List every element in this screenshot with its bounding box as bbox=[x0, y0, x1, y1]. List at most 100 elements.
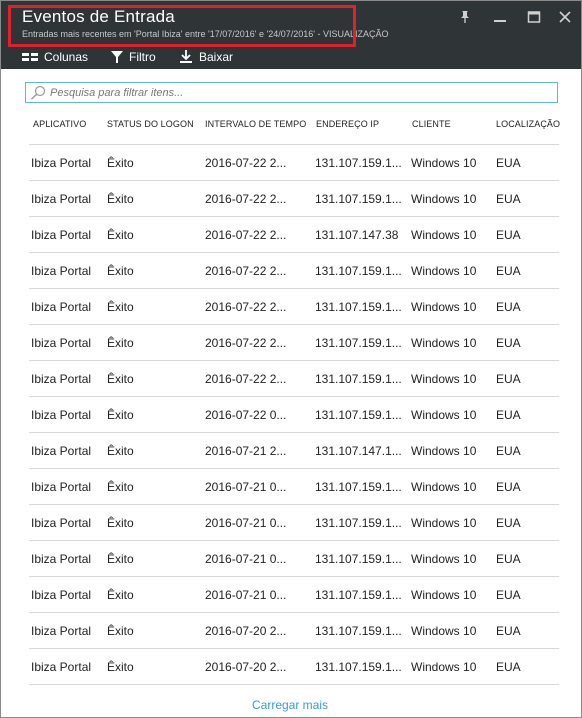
table-row[interactable]: Ibiza Portal Êxito 2016-07-21 0... 131.1… bbox=[29, 468, 559, 504]
cell-status: Êxito bbox=[107, 408, 134, 422]
cell-time: 2016-07-20 2... bbox=[205, 624, 287, 638]
cell-client: Windows 10 bbox=[411, 192, 477, 206]
cell-client: Windows 10 bbox=[411, 552, 477, 566]
cell-client: Windows 10 bbox=[411, 660, 477, 674]
cell-time: 2016-07-22 2... bbox=[205, 156, 287, 170]
minimize-button[interactable] bbox=[489, 7, 511, 27]
cell-client: Windows 10 bbox=[411, 336, 477, 350]
cell-location: EUA bbox=[496, 336, 521, 350]
cell-ip: 131.107.159.1... bbox=[315, 300, 402, 314]
cell-time: 2016-07-21 0... bbox=[205, 552, 287, 566]
cell-time: 2016-07-22 2... bbox=[205, 300, 287, 314]
cell-location: EUA bbox=[496, 228, 521, 242]
cell-status: Êxito bbox=[107, 300, 134, 314]
cell-app: Ibiza Portal bbox=[31, 480, 92, 494]
column-header-status[interactable]: STATUS DO LOGON bbox=[107, 119, 194, 129]
table-row[interactable]: Ibiza Portal Êxito 2016-07-21 0... 131.1… bbox=[29, 576, 559, 612]
column-header-ip[interactable]: ENDEREÇO IP bbox=[316, 119, 379, 129]
cell-client: Windows 10 bbox=[411, 444, 477, 458]
close-icon bbox=[559, 11, 571, 23]
cell-client: Windows 10 bbox=[411, 264, 477, 278]
cell-ip: 131.107.159.1... bbox=[315, 408, 402, 422]
search-input[interactable] bbox=[50, 84, 550, 101]
cell-client: Windows 10 bbox=[411, 516, 477, 530]
cell-status: Êxito bbox=[107, 192, 134, 206]
cell-time: 2016-07-22 2... bbox=[205, 372, 287, 386]
download-button[interactable]: Baixar bbox=[179, 48, 233, 66]
toolbar: Colunas Filtro Baixar bbox=[1, 48, 581, 66]
cell-time: 2016-07-21 0... bbox=[205, 588, 287, 602]
cell-app: Ibiza Portal bbox=[31, 156, 92, 170]
cell-location: EUA bbox=[496, 588, 521, 602]
table-row[interactable]: Ibiza Portal Êxito 2016-07-22 2... 131.1… bbox=[29, 180, 559, 216]
column-header-time[interactable]: INTERVALO DE TEMPO bbox=[205, 119, 306, 129]
cell-ip: 131.107.159.1... bbox=[315, 156, 402, 170]
column-header-client[interactable]: CLIENTE bbox=[412, 119, 451, 129]
cell-app: Ibiza Portal bbox=[31, 264, 92, 278]
table-row[interactable]: Ibiza Portal Êxito 2016-07-20 2... 131.1… bbox=[29, 612, 559, 648]
cell-time: 2016-07-22 2... bbox=[205, 192, 287, 206]
cell-time: 2016-07-22 0... bbox=[205, 408, 287, 422]
table-row[interactable]: Ibiza Portal Êxito 2016-07-22 2... 131.1… bbox=[29, 144, 559, 180]
cell-app: Ibiza Portal bbox=[31, 516, 92, 530]
cell-app: Ibiza Portal bbox=[31, 228, 92, 242]
table-row[interactable]: Ibiza Portal Êxito 2016-07-22 2... 131.1… bbox=[29, 216, 559, 252]
load-more-link[interactable]: Carregar mais bbox=[0, 698, 580, 712]
maximize-button[interactable] bbox=[523, 7, 545, 27]
cell-status: Êxito bbox=[107, 336, 134, 350]
cell-location: EUA bbox=[496, 300, 521, 314]
cell-ip: 131.107.159.1... bbox=[315, 480, 402, 494]
columns-button[interactable]: Colunas bbox=[22, 48, 88, 66]
table-bottom-divider bbox=[29, 684, 559, 685]
cell-time: 2016-07-21 2... bbox=[205, 444, 287, 458]
cell-ip: 131.107.159.1... bbox=[315, 552, 402, 566]
close-button[interactable] bbox=[554, 7, 576, 27]
table-row[interactable]: Ibiza Portal Êxito 2016-07-22 2... 131.1… bbox=[29, 360, 559, 396]
cell-ip: 131.107.159.1... bbox=[315, 624, 402, 638]
filter-label: Filtro bbox=[129, 50, 156, 64]
cell-client: Windows 10 bbox=[411, 300, 477, 314]
cell-client: Windows 10 bbox=[411, 228, 477, 242]
columns-icon bbox=[22, 53, 38, 61]
cell-ip: 131.107.159.1... bbox=[315, 336, 402, 350]
column-header-location[interactable]: LOCALIZAÇÃO bbox=[496, 119, 560, 129]
table-row[interactable]: Ibiza Portal Êxito 2016-07-22 2... 131.1… bbox=[29, 324, 559, 360]
cell-status: Êxito bbox=[107, 516, 134, 530]
cell-time: 2016-07-21 0... bbox=[205, 516, 287, 530]
cell-ip: 131.107.147.38 bbox=[315, 228, 399, 242]
table-row[interactable]: Ibiza Portal Êxito 2016-07-22 2... 131.1… bbox=[29, 288, 559, 324]
cell-app: Ibiza Portal bbox=[31, 624, 92, 638]
cell-location: EUA bbox=[496, 660, 521, 674]
download-icon bbox=[180, 50, 192, 63]
table-row[interactable]: Ibiza Portal Êxito 2016-07-22 0... 131.1… bbox=[29, 396, 559, 432]
maximize-icon bbox=[527, 11, 541, 23]
cell-time: 2016-07-22 2... bbox=[205, 264, 287, 278]
pin-button[interactable] bbox=[454, 7, 476, 27]
cell-client: Windows 10 bbox=[411, 372, 477, 386]
cell-time: 2016-07-22 2... bbox=[205, 228, 287, 242]
cell-location: EUA bbox=[496, 264, 521, 278]
table-row[interactable]: Ibiza Portal Êxito 2016-07-21 0... 131.1… bbox=[29, 540, 559, 576]
cell-location: EUA bbox=[496, 372, 521, 386]
cell-client: Windows 10 bbox=[411, 156, 477, 170]
search-box bbox=[25, 82, 558, 103]
table-row[interactable]: Ibiza Portal Êxito 2016-07-20 2... 131.1… bbox=[29, 648, 559, 684]
cell-status: Êxito bbox=[107, 552, 134, 566]
table-row[interactable]: Ibiza Portal Êxito 2016-07-22 2... 131.1… bbox=[29, 252, 559, 288]
column-header-app[interactable]: APLICATIVO bbox=[33, 119, 86, 129]
cell-ip: 131.107.159.1... bbox=[315, 372, 402, 386]
cell-location: EUA bbox=[496, 192, 521, 206]
cell-client: Windows 10 bbox=[411, 624, 477, 638]
cell-app: Ibiza Portal bbox=[31, 300, 92, 314]
cell-app: Ibiza Portal bbox=[31, 408, 92, 422]
cell-location: EUA bbox=[496, 156, 521, 170]
table-row[interactable]: Ibiza Portal Êxito 2016-07-21 0... 131.1… bbox=[29, 504, 559, 540]
cell-location: EUA bbox=[496, 624, 521, 638]
cell-time: 2016-07-21 0... bbox=[205, 480, 287, 494]
cell-status: Êxito bbox=[107, 156, 134, 170]
filter-button[interactable]: Filtro bbox=[111, 48, 156, 66]
cell-location: EUA bbox=[496, 516, 521, 530]
table-row[interactable]: Ibiza Portal Êxito 2016-07-21 2... 131.1… bbox=[29, 432, 559, 468]
columns-label: Colunas bbox=[44, 50, 89, 64]
cell-ip: 131.107.159.1... bbox=[315, 660, 402, 674]
